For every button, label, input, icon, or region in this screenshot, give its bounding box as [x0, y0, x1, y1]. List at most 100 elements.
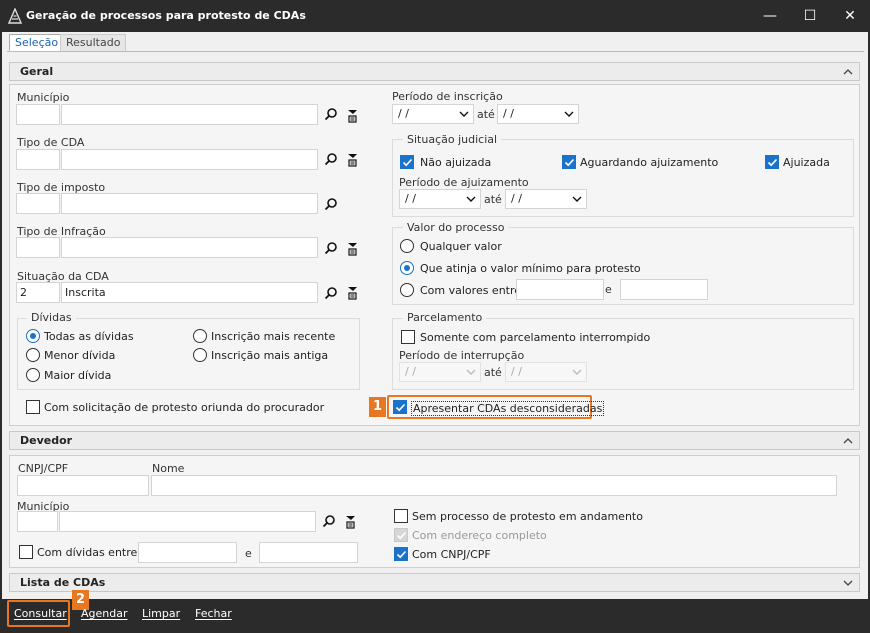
com-cnpj-checkbox[interactable] — [394, 547, 408, 561]
valor-processo-title: Valor do processo — [403, 221, 509, 234]
check-icon — [402, 158, 413, 167]
com-endereco-checkbox[interactable] — [394, 528, 408, 542]
window-title: Geração de processos para protesto de CD… — [26, 9, 306, 22]
search-icon[interactable] — [324, 107, 338, 121]
devedor-municipio-code-input[interactable] — [17, 511, 58, 532]
filter-clear-icon[interactable] — [347, 109, 358, 123]
search-icon[interactable] — [322, 514, 336, 528]
title-bar: Geração de processos para protesto de CD… — [0, 0, 870, 32]
menor-divida-label: Menor dívida — [44, 349, 116, 362]
tipo-infracao-name-input[interactable] — [61, 237, 318, 258]
municipio-code-input[interactable] — [16, 104, 60, 125]
callout-badge-1: 1 — [369, 397, 386, 417]
chevron-down-icon — [459, 111, 469, 117]
limpar-button[interactable]: Limpar — [142, 607, 180, 620]
section-devedor-title: Devedor — [20, 434, 73, 447]
inscricao-antiga-radio[interactable] — [193, 348, 207, 362]
dividas-e-label: e — [245, 547, 252, 560]
com-solicitacao-checkbox[interactable] — [26, 400, 40, 414]
fechar-button[interactable]: Fechar — [195, 607, 232, 620]
com-solicitacao-label: Com solicitação de protesto oriunda do p… — [44, 401, 325, 414]
maximize-button[interactable]: ☐ — [790, 0, 830, 32]
ajuizada-checkbox[interactable] — [765, 155, 779, 169]
inscricao-antiga-label: Inscrição mais antiga — [211, 349, 329, 362]
menor-divida-radio[interactable] — [26, 348, 40, 362]
devedor-municipio-name-input[interactable] — [59, 511, 316, 532]
filter-clear-icon[interactable] — [347, 242, 358, 256]
dividas-to-input[interactable] — [259, 542, 358, 563]
periodo-ajuizamento-from[interactable]: / / — [399, 189, 481, 209]
periodo-inscricao-from[interactable]: / / — [392, 104, 474, 124]
todas-dividas-radio[interactable] — [26, 329, 40, 343]
periodo-interrupcao-label: Período de interrupção — [399, 349, 525, 362]
chevron-up-icon[interactable] — [841, 434, 855, 448]
chevron-down-icon — [564, 111, 574, 117]
periodo-inscricao-ate: até — [477, 108, 495, 121]
situacao-cda-code-input[interactable]: 2 — [16, 282, 60, 303]
aguardando-ajuizamento-checkbox[interactable] — [562, 155, 576, 169]
search-icon[interactable] — [324, 197, 338, 211]
ajuizada-label: Ajuizada — [783, 156, 830, 169]
apresentar-desconsideradas-checkbox[interactable] — [393, 400, 407, 414]
valores-entre-label: Com valores entre — [420, 284, 522, 297]
maior-divida-radio[interactable] — [26, 368, 40, 382]
situacao-judicial-title: Situação judicial — [403, 133, 502, 146]
sem-processo-checkbox[interactable] — [394, 509, 408, 523]
periodo-ajuizamento-label: Período de ajuizamento — [399, 176, 529, 189]
valor-from-input[interactable] — [516, 279, 604, 300]
valor-minimo-radio[interactable] — [400, 261, 414, 275]
close-button[interactable]: ✕ — [830, 0, 870, 32]
tab-selecao[interactable]: Seleção — [9, 34, 65, 52]
periodo-interrupcao-to[interactable]: / / — [505, 362, 587, 382]
valor-e-label: e — [605, 283, 612, 296]
section-devedor-header[interactable]: Devedor — [9, 431, 860, 450]
periodo-inscricao-to[interactable]: / / — [497, 104, 579, 124]
maior-divida-label: Maior dívida — [44, 369, 112, 382]
minimize-button[interactable]: — — [750, 0, 790, 32]
cnpj-label: CNPJ/CPF — [18, 462, 69, 475]
dividas-from-input[interactable] — [138, 542, 237, 563]
nao-ajuizada-checkbox[interactable] — [400, 155, 414, 169]
agendar-button[interactable]: Agendar — [81, 607, 128, 620]
chevron-down-icon[interactable] — [841, 576, 855, 590]
app-icon — [8, 8, 22, 24]
periodo-inscricao-label: Período de inscrição — [392, 90, 503, 103]
check-icon — [564, 158, 575, 167]
tipo-infracao-code-input[interactable] — [16, 237, 60, 258]
search-icon[interactable] — [324, 286, 338, 300]
section-geral-header[interactable]: Geral — [9, 62, 860, 81]
aguardando-ajuizamento-label: Aguardando ajuizamento — [580, 156, 719, 169]
filter-clear-icon[interactable] — [347, 286, 358, 300]
tab-resultado[interactable]: Resultado — [60, 34, 127, 52]
footer-toolbar — [0, 599, 870, 633]
municipio-name-input[interactable] — [61, 104, 318, 125]
com-dividas-label: Com dívidas entre — [37, 546, 138, 559]
tipo-cda-code-input[interactable] — [16, 149, 60, 170]
inscricao-recente-radio[interactable] — [193, 329, 207, 343]
periodo-ajuizamento-to[interactable]: / / — [505, 189, 587, 209]
com-cnpj-label: Com CNPJ/CPF — [412, 548, 491, 561]
periodo-interrupcao-ate: até — [484, 366, 502, 379]
valor-to-input[interactable] — [620, 279, 708, 300]
com-dividas-checkbox[interactable] — [19, 545, 33, 559]
situacao-cda-name-input[interactable]: Inscrita — [61, 282, 318, 303]
tipo-cda-name-input[interactable] — [61, 149, 318, 170]
search-icon[interactable] — [324, 241, 338, 255]
cnpj-input[interactable] — [17, 475, 149, 496]
qualquer-valor-label: Qualquer valor — [420, 240, 502, 253]
search-icon[interactable] — [324, 152, 338, 166]
filter-clear-icon[interactable] — [347, 153, 358, 167]
check-icon — [396, 531, 407, 540]
tipo-imposto-name-input[interactable] — [61, 193, 318, 214]
filter-clear-icon[interactable] — [345, 515, 356, 529]
valores-entre-radio[interactable] — [400, 283, 414, 297]
nome-input[interactable] — [151, 475, 837, 496]
tipo-imposto-code-input[interactable] — [16, 193, 60, 214]
parcelamento-interrompido-checkbox[interactable] — [401, 330, 415, 344]
periodo-interrupcao-from[interactable]: / / — [399, 362, 481, 382]
tipo-cda-label: Tipo de CDA — [17, 136, 85, 149]
section-lista-header[interactable]: Lista de CDAs — [9, 573, 860, 592]
chevron-up-icon[interactable] — [841, 65, 855, 79]
qualquer-valor-radio[interactable] — [400, 239, 414, 253]
consultar-button[interactable]: Consultar — [14, 607, 67, 620]
